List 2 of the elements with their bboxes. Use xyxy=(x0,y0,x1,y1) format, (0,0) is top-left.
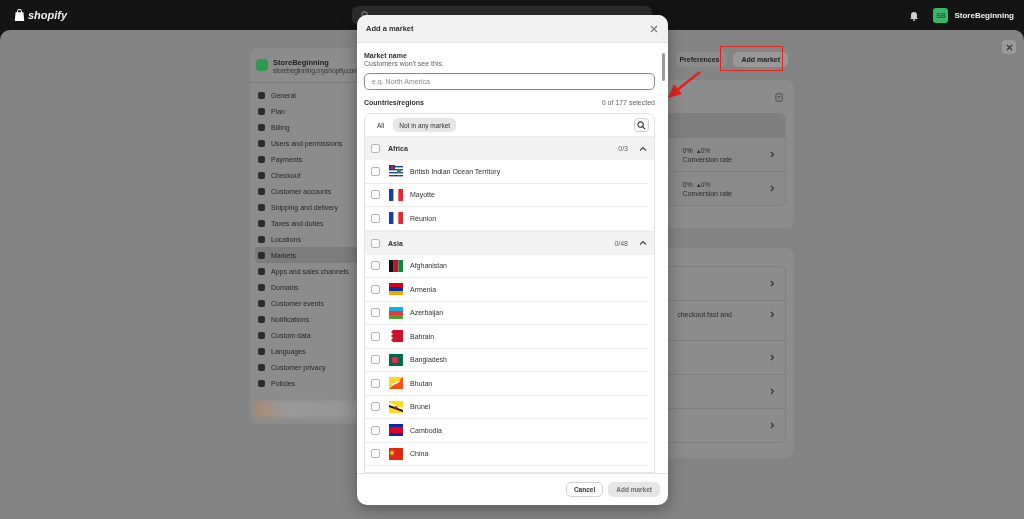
logo-text: shopify xyxy=(28,9,68,21)
store-name[interactable]: StoreBeginning xyxy=(954,10,1014,20)
